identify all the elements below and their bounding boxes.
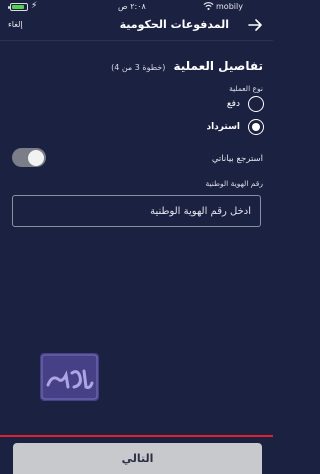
arrow-right-icon[interactable] <box>247 17 263 33</box>
section-title: تفاصيل العملية <box>173 59 263 73</box>
next-button[interactable]: التالي <box>13 443 262 474</box>
battery-icon <box>8 3 28 11</box>
radio-label-payment: دفع <box>226 99 240 109</box>
step-indicator: (خطوة 3 من 4) <box>111 63 166 72</box>
retrieve-data-toggle[interactable] <box>12 148 46 167</box>
page-title: المدفوعات الحكومية <box>119 18 229 31</box>
status-time: ٢:٠٨ ص <box>118 2 146 11</box>
footer-accent-line <box>0 435 273 437</box>
toggle-knob <box>28 149 44 166</box>
radio-button-selected[interactable] <box>248 119 264 135</box>
national-id-label: رقم الهوية الوطنية <box>205 179 263 188</box>
charging-icon: ⚡ <box>31 1 38 11</box>
radio-option-payment[interactable]: دفع <box>227 96 264 112</box>
operation-type-label: نوع العملية <box>229 84 263 93</box>
national-id-input[interactable] <box>12 195 261 227</box>
retrieve-data-label: استرجع بياناتي <box>211 154 263 164</box>
radio-label-refund: استرداد <box>206 122 240 132</box>
wifi-icon <box>203 2 214 11</box>
radio-button[interactable] <box>248 96 264 112</box>
carrier-name: mobily <box>216 2 243 11</box>
watermark-logo <box>40 353 99 401</box>
status-bar: mobily ٢:٠٨ ص ⚡ <box>0 0 273 14</box>
nav-bar: المدفوعات الحكومية إلغاء <box>0 14 273 38</box>
radio-option-refund[interactable]: استرداد <box>206 119 264 135</box>
cancel-button[interactable]: إلغاء <box>8 20 23 29</box>
header-divider <box>0 40 273 41</box>
section-heading: تفاصيل العملية (خطوة 3 من 4) <box>111 55 263 74</box>
